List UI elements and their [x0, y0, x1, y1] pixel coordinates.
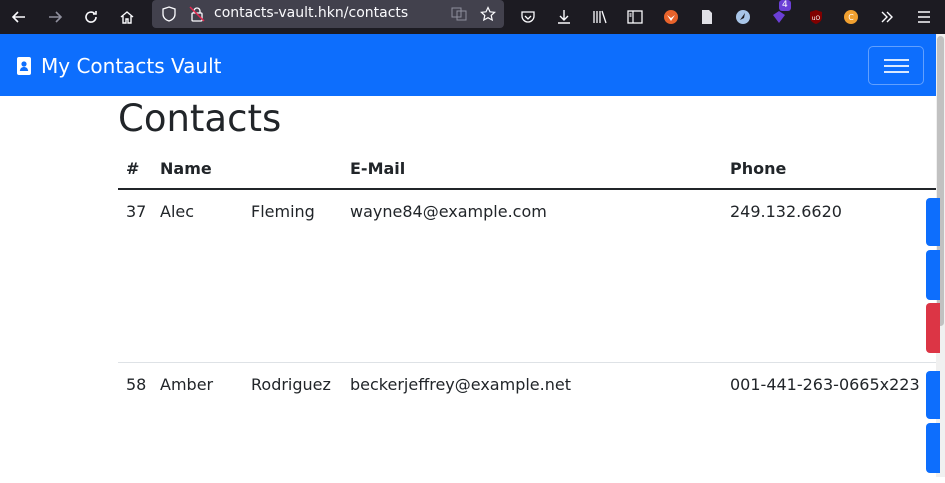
- edit-button[interactable]: [926, 250, 940, 300]
- cell-phone: 249.132.6620: [730, 202, 842, 221]
- cell-first-name: Amber: [160, 375, 214, 394]
- view-button[interactable]: [926, 371, 940, 419]
- library-icon[interactable]: [587, 4, 613, 30]
- edit-button[interactable]: [926, 423, 940, 473]
- cell-phone: 001-441-263-0665x223: [730, 375, 920, 394]
- delete-button[interactable]: [926, 303, 940, 353]
- url-text: contacts-vault.hkn/contacts: [214, 5, 409, 21]
- header-num: #: [126, 159, 140, 178]
- header-email: E-Mail: [350, 159, 406, 178]
- pocket-icon[interactable]: [515, 4, 541, 30]
- table-header: # Name E-Mail Phone: [118, 150, 936, 190]
- cookie-editor-icon[interactable]: C: [838, 4, 864, 30]
- extension-badge: 4: [779, 0, 791, 11]
- header-name: Name: [160, 159, 212, 178]
- home-icon[interactable]: [114, 4, 140, 30]
- overflow-chevron-icon[interactable]: [874, 4, 900, 30]
- view-button[interactable]: [926, 198, 940, 246]
- contacts-table: # Name E-Mail Phone 37 Alec Fleming wayn…: [118, 150, 940, 483]
- header-phone: Phone: [730, 159, 787, 178]
- sidebar-icon[interactable]: [622, 4, 648, 30]
- bookmark-star-icon[interactable]: [475, 1, 501, 27]
- cell-last-name: Rodriguez: [251, 375, 331, 394]
- cell-last-name: Fleming: [251, 202, 315, 221]
- downloads-icon[interactable]: [551, 4, 577, 30]
- app-menu-icon[interactable]: [911, 4, 937, 30]
- ublock-icon[interactable]: uO: [803, 4, 829, 30]
- translate-icon[interactable]: [446, 1, 472, 27]
- cell-first-name: Alec: [160, 202, 195, 221]
- insecure-lock-icon[interactable]: [184, 1, 210, 27]
- shield-icon[interactable]: [156, 1, 182, 27]
- browser-toolbar: contacts-vault.hkn/contacts 4 uO C: [0, 0, 945, 34]
- cell-email: wayne84@example.com: [350, 202, 547, 221]
- table-row: 58 Amber Rodriguez beckerjeffrey@example…: [118, 363, 940, 483]
- page-title: Contacts: [118, 97, 282, 140]
- page-icon[interactable]: [694, 4, 720, 30]
- svg-text:uO: uO: [812, 15, 821, 22]
- svg-text:C: C: [848, 13, 854, 22]
- table-row: 37 Alec Fleming wayne84@example.com 249.…: [118, 190, 940, 363]
- navbar-brand[interactable]: My Contacts Vault: [16, 54, 222, 78]
- forward-icon[interactable]: [42, 4, 68, 30]
- cell-email: beckerjeffrey@example.net: [350, 375, 571, 394]
- foxyproxy-icon[interactable]: [658, 4, 684, 30]
- navbar: My Contacts Vault: [0, 34, 936, 96]
- navbar-toggler-button[interactable]: [868, 46, 924, 85]
- reload-icon[interactable]: [78, 4, 104, 30]
- hamburger-icon: [884, 59, 909, 61]
- url-bar[interactable]: contacts-vault.hkn/contacts: [152, 0, 504, 28]
- back-icon[interactable]: [6, 4, 32, 30]
- address-book-icon: [17, 57, 31, 75]
- cell-num: 37: [126, 202, 147, 221]
- brand-label: My Contacts Vault: [41, 54, 222, 78]
- cell-num: 58: [126, 375, 147, 394]
- wappalyzer-icon[interactable]: [730, 4, 756, 30]
